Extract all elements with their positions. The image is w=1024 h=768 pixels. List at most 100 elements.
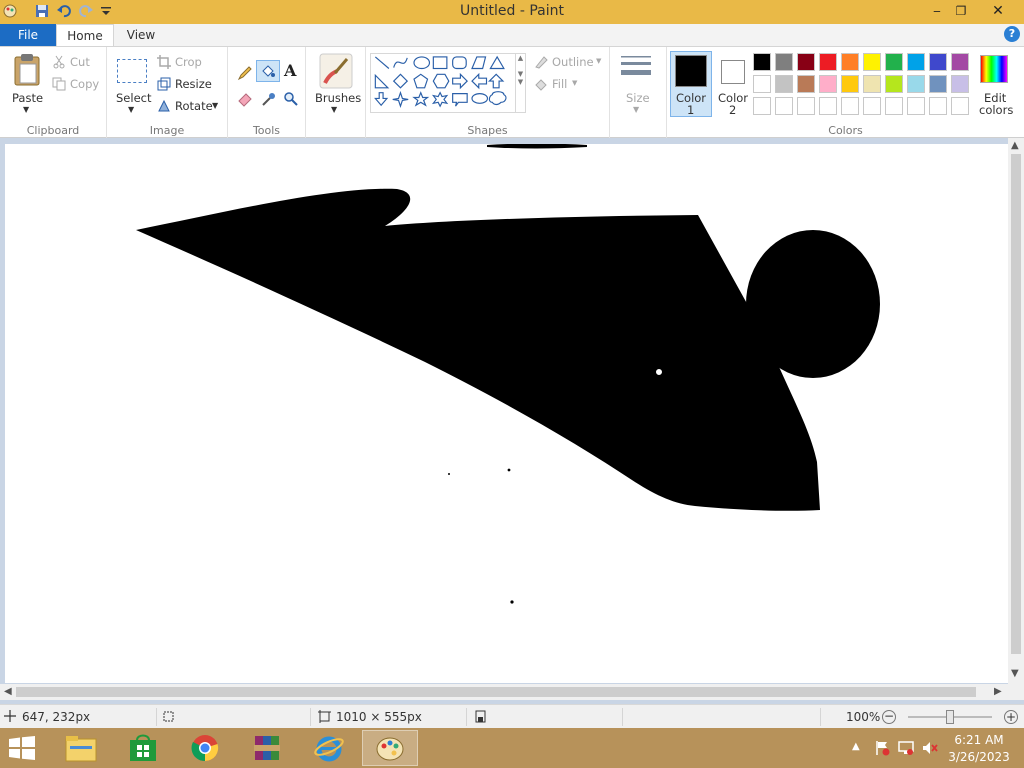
scroll-down-icon[interactable]: ▼ <box>1011 668 1019 679</box>
crop-button[interactable]: Crop <box>175 55 202 69</box>
help-button[interactable]: ? <box>1004 26 1020 42</box>
paste-icon[interactable] <box>12 53 42 87</box>
size-button[interactable]: Size <box>626 91 650 105</box>
copy-button[interactable]: Copy <box>70 77 99 91</box>
brushes-dropdown-icon[interactable]: ▼ <box>331 105 337 114</box>
scroll-up-icon[interactable]: ▲ <box>1011 140 1019 151</box>
volume-muted-icon[interactable] <box>922 740 938 756</box>
palette-swatch[interactable] <box>775 53 793 71</box>
drawing-canvas[interactable] <box>5 144 1008 683</box>
palette-swatch[interactable] <box>775 97 793 115</box>
palette-swatch[interactable] <box>863 75 881 93</box>
copy-icon[interactable] <box>52 77 66 91</box>
fill-tool-selected[interactable] <box>256 60 280 82</box>
palette-swatch[interactable] <box>929 53 947 71</box>
select-icon[interactable] <box>117 59 147 83</box>
paste-button[interactable]: Paste <box>12 91 43 105</box>
taskbar-store[interactable] <box>115 730 171 766</box>
palette-swatch[interactable] <box>929 75 947 93</box>
zoom-slider-thumb[interactable] <box>946 710 954 724</box>
palette-swatch[interactable] <box>841 53 859 71</box>
network-icon[interactable] <box>898 740 914 756</box>
zoom-in-button[interactable]: + <box>1004 710 1018 724</box>
select-dropdown-icon[interactable]: ▼ <box>128 105 134 114</box>
select-button[interactable]: Select <box>116 91 151 105</box>
shapes-gallery-scroll[interactable]: ▲ ▼ ▼ <box>516 53 526 113</box>
palette-swatch[interactable] <box>885 53 903 71</box>
horizontal-scroll-thumb[interactable] <box>16 687 976 697</box>
close-button[interactable]: ✕ <box>972 0 1024 22</box>
palette-swatch[interactable] <box>753 97 771 115</box>
action-center-flag-icon[interactable] <box>874 740 890 756</box>
color2-swatch[interactable] <box>721 60 745 84</box>
pencil-icon[interactable] <box>237 65 253 81</box>
palette-swatch[interactable] <box>819 75 837 93</box>
eraser-icon[interactable] <box>237 91 253 107</box>
palette-swatch[interactable] <box>753 53 771 71</box>
scroll-right-icon[interactable]: ▶ <box>994 686 1002 697</box>
palette-swatch[interactable] <box>797 53 815 71</box>
palette-swatch[interactable] <box>907 75 925 93</box>
palette-swatch[interactable] <box>929 97 947 115</box>
tab-file[interactable]: File <box>0 24 56 47</box>
taskbar-file-explorer[interactable] <box>53 730 109 766</box>
palette-swatch[interactable] <box>753 75 771 93</box>
palette-swatch[interactable] <box>819 97 837 115</box>
resize-button[interactable]: Resize <box>175 77 212 91</box>
outline-button[interactable]: Outline <box>552 55 594 69</box>
rotate-dropdown-icon[interactable]: ▼ <box>212 101 218 110</box>
crop-icon[interactable] <box>157 55 171 69</box>
palette-swatch[interactable] <box>841 75 859 93</box>
palette-swatch[interactable] <box>885 97 903 115</box>
size-icon[interactable] <box>620 55 652 81</box>
palette-swatch[interactable] <box>797 97 815 115</box>
brushes-button[interactable]: Brushes <box>315 91 361 105</box>
palette-swatch[interactable] <box>951 53 969 71</box>
start-windows-icon[interactable] <box>9 736 35 760</box>
edit-colors-icon[interactable] <box>980 55 1008 83</box>
cut-button[interactable]: Cut <box>70 55 90 69</box>
palette-swatch[interactable] <box>841 97 859 115</box>
shapes-gallery[interactable] <box>370 53 516 113</box>
palette-swatch[interactable] <box>863 53 881 71</box>
rotate-icon[interactable] <box>157 99 171 113</box>
taskbar-paint[interactable] <box>362 730 418 766</box>
tab-view[interactable]: View <box>114 24 168 47</box>
rotate-button[interactable]: Rotate <box>175 99 213 113</box>
tab-home[interactable]: Home <box>56 24 114 47</box>
taskbar-chrome[interactable] <box>177 730 233 766</box>
color1-swatch[interactable] <box>675 55 707 87</box>
outline-icon[interactable] <box>534 55 548 69</box>
taskbar-internet-explorer[interactable] <box>301 730 357 766</box>
scroll-left-icon[interactable]: ◀ <box>4 686 12 697</box>
fill-bucket-icon[interactable] <box>260 63 276 79</box>
edit-colors-label-2[interactable]: colors <box>979 103 1013 117</box>
text-tool-icon[interactable]: A <box>284 61 296 80</box>
cut-icon[interactable] <box>52 55 66 69</box>
zoom-out-button[interactable]: − <box>882 710 896 724</box>
palette-swatch[interactable] <box>885 75 903 93</box>
clock-time[interactable]: 6:21 AM <box>944 733 1014 747</box>
horizontal-scrollbar[interactable]: ◀ ▶ <box>0 684 1024 700</box>
palette-swatch[interactable] <box>907 53 925 71</box>
fill-button[interactable]: Fill <box>552 77 567 91</box>
color-picker-icon[interactable] <box>261 91 277 107</box>
size-dropdown-icon[interactable]: ▼ <box>633 105 639 114</box>
vertical-scroll-thumb[interactable] <box>1011 154 1021 654</box>
palette-swatch[interactable] <box>907 97 925 115</box>
magnifier-icon[interactable] <box>283 91 299 107</box>
palette-swatch[interactable] <box>951 97 969 115</box>
fill-dropdown-icon[interactable]: ▼ <box>572 79 577 87</box>
paste-dropdown-icon[interactable]: ▼ <box>23 105 29 114</box>
fill-icon[interactable] <box>534 77 548 91</box>
show-hidden-icons-icon[interactable]: ▲ <box>852 741 860 752</box>
palette-swatch[interactable] <box>951 75 969 93</box>
vertical-scrollbar[interactable]: ▲ ▼ <box>1008 138 1024 684</box>
outline-dropdown-icon[interactable]: ▼ <box>596 57 601 65</box>
resize-icon[interactable] <box>157 77 171 91</box>
palette-swatch[interactable] <box>775 75 793 93</box>
palette-swatch[interactable] <box>819 53 837 71</box>
brushes-icon[interactable] <box>319 53 353 89</box>
taskbar-winrar[interactable] <box>239 730 295 766</box>
clock-date[interactable]: 3/26/2023 <box>944 750 1014 764</box>
